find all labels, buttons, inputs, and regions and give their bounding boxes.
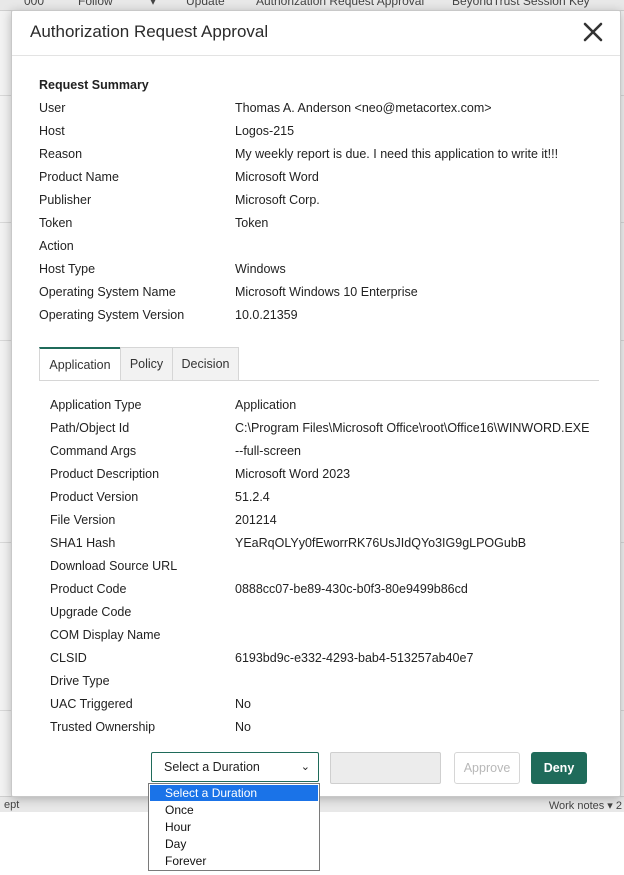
- summary-value: Microsoft Word: [235, 170, 319, 184]
- app-label: COM Display Name: [50, 628, 161, 642]
- duration-select-value: Select a Duration: [164, 760, 260, 774]
- app-label: SHA1 Hash: [50, 536, 116, 550]
- approve-button[interactable]: Approve: [454, 752, 520, 784]
- app-label: Command Args: [50, 444, 137, 458]
- app-label: Download Source URL: [50, 559, 178, 573]
- tab-application[interactable]: Application: [39, 347, 121, 381]
- app-label: Application Type: [50, 398, 142, 412]
- bg-header-item: Follow: [78, 0, 113, 8]
- duration-option[interactable]: Select a Duration: [150, 785, 318, 801]
- chevron-down-icon: ⌄: [300, 761, 310, 773]
- bg-header-item: BeyondTrust Session Key: [452, 0, 590, 8]
- bg-header-item: Authorization Request Approval: [256, 0, 425, 8]
- summary-value: Token: [235, 216, 269, 230]
- duration-option[interactable]: Forever: [150, 853, 318, 869]
- decision-reason-input[interactable]: [330, 752, 441, 784]
- app-value: 51.2.4: [235, 490, 270, 504]
- deny-button[interactable]: Deny: [531, 752, 587, 784]
- summary-label: Reason: [39, 147, 83, 161]
- bg-footer-right: Work notes ▾ 2: [548, 800, 622, 812]
- summary-value: Microsoft Corp.: [235, 193, 320, 207]
- summary-label: Host Type: [39, 262, 96, 276]
- duration-option[interactable]: Day: [150, 836, 318, 852]
- app-label: Product Description: [50, 467, 160, 481]
- app-label: UAC Triggered: [50, 697, 133, 711]
- app-value: 6193bd9c-e332-4293-bab4-513257ab40e7: [235, 651, 474, 665]
- app-value: 201214: [235, 513, 277, 527]
- duration-option[interactable]: Once: [150, 802, 318, 818]
- app-value: YEaRqOLYy0fEworrRK76UsJIdQYo3IG9gLPOGubB: [235, 536, 527, 550]
- app-value: No: [235, 720, 251, 734]
- duration-dropdown-list: Select a Duration Once Hour Day Forever: [148, 783, 320, 871]
- summary-label: Token: [39, 216, 73, 230]
- close-button[interactable]: [580, 19, 606, 45]
- modal-header: Authorization Request Approval: [12, 11, 620, 56]
- bg-header-item: Update: [186, 0, 225, 8]
- summary-label: Host: [39, 124, 65, 138]
- modal-title: Authorization Request Approval: [30, 22, 269, 41]
- app-value: Application: [235, 398, 297, 412]
- bg-footer-left: ept: [4, 799, 20, 811]
- summary-label: Operating System Version: [39, 308, 185, 322]
- summary-label: Product Name: [39, 170, 119, 184]
- summary-value: Thomas A. Anderson <neo@metacortex.com>: [235, 101, 492, 115]
- app-label: Product Code: [50, 582, 127, 596]
- summary-label: Publisher: [39, 193, 92, 207]
- summary-value: Logos-215: [235, 124, 295, 138]
- bg-header-item: ▾: [150, 0, 157, 8]
- summary-label: Operating System Name: [39, 285, 176, 299]
- summary-value: 10.0.21359: [235, 308, 298, 322]
- tab-decision[interactable]: Decision: [172, 347, 239, 381]
- duration-option[interactable]: Hour: [150, 819, 318, 835]
- app-value: --full-screen: [235, 444, 301, 458]
- tab-panel-divider: [39, 380, 599, 381]
- summary-label: User: [39, 101, 66, 115]
- app-value: No: [235, 697, 251, 711]
- app-value: 0888cc07-be89-430c-b0f3-80e9499b86cd: [235, 582, 468, 596]
- bg-header-item: 000: [24, 0, 45, 8]
- app-value: Microsoft Word 2023: [235, 467, 351, 481]
- app-label: Drive Type: [50, 674, 110, 688]
- app-value: C:\Program Files\Microsoft Office\root\O…: [235, 421, 590, 435]
- duration-select[interactable]: Select a Duration ⌄: [151, 752, 319, 782]
- app-label: Path/Object Id: [50, 421, 130, 435]
- close-icon: [583, 22, 603, 42]
- summary-value: Microsoft Windows 10 Enterprise: [235, 285, 418, 299]
- app-label: Product Version: [50, 490, 139, 504]
- app-label: File Version: [50, 513, 116, 527]
- summary-value: My weekly report is due. I need this app…: [235, 147, 559, 161]
- app-label: CLSID: [50, 651, 87, 665]
- summary-value: Windows: [235, 262, 286, 276]
- summary-label: Action: [39, 239, 74, 253]
- approval-modal: Authorization Request Approval Request S…: [11, 10, 621, 797]
- tab-policy[interactable]: Policy: [120, 347, 173, 381]
- app-label: Upgrade Code: [50, 605, 132, 619]
- app-label: Trusted Ownership: [50, 720, 156, 734]
- request-summary-title: Request Summary: [39, 78, 149, 92]
